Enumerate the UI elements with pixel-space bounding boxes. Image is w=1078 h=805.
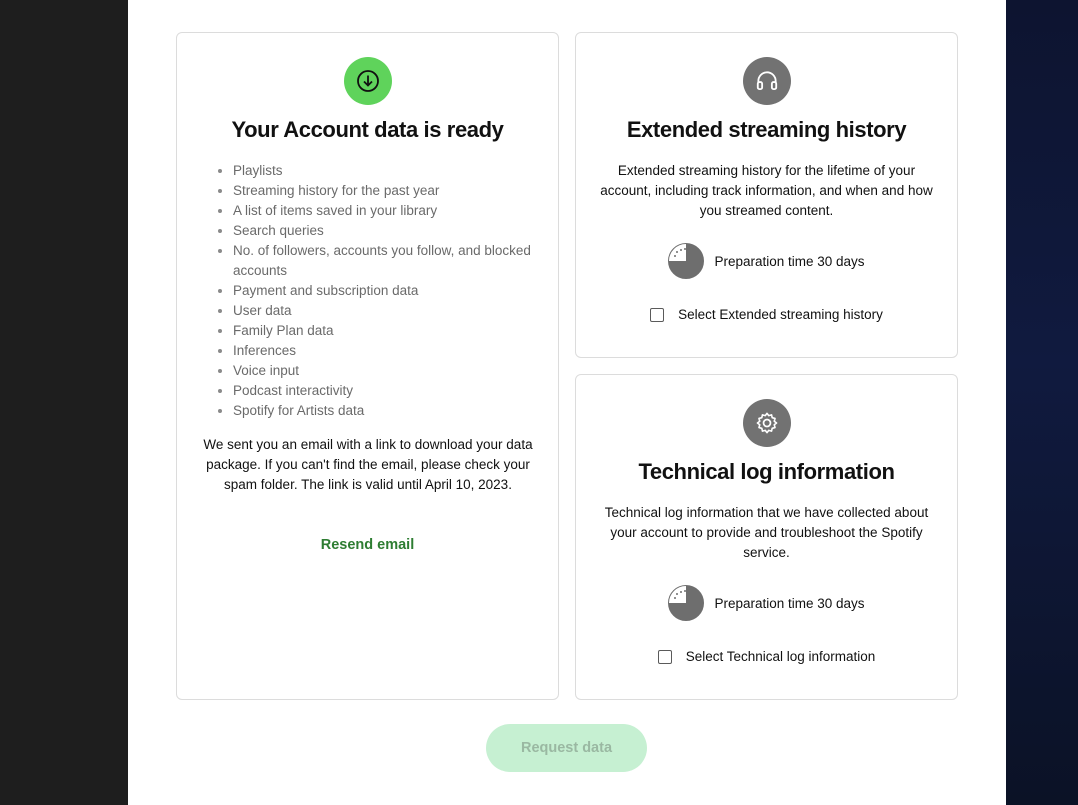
list-item: Playlists: [218, 161, 533, 181]
prep-time-label: Preparation time 30 days: [714, 253, 865, 269]
technical-card-title: Technical log information: [638, 459, 895, 484]
prep-time-label: Preparation time 30 days: [714, 595, 865, 611]
gear-icon: [742, 399, 791, 447]
extended-prep-time: Preparation time 30 days: [576, 243, 957, 279]
extended-description: Extended streaming history for the lifet…: [600, 163, 933, 218]
list-item: Search queries: [218, 221, 533, 241]
technical-select-row[interactable]: Select Technical log information: [576, 649, 957, 664]
extended-history-card: Extended streaming history Extended stre…: [575, 32, 958, 358]
list-item: Voice input: [218, 361, 533, 381]
extended-card-title: Extended streaming history: [626, 117, 907, 142]
account-card-title: Your Account data is ready: [231, 117, 504, 142]
email-sent-note: We sent you an email with a link to down…: [203, 437, 533, 492]
resend-email-link[interactable]: Resend email: [177, 537, 558, 553]
list-item: Family Plan data: [218, 321, 533, 341]
list-item: Payment and subscription data: [218, 281, 533, 301]
list-item: A list of items saved in your library: [218, 201, 533, 221]
list-item: Spotify for Artists data: [218, 401, 533, 421]
download-data-panel: Your Account data is ready Playlists Str…: [128, 0, 1006, 805]
account-data-list: Playlists Streaming history for the past…: [218, 161, 533, 421]
left-background: [0, 0, 128, 805]
timer-icon: [668, 243, 705, 279]
request-data-button[interactable]: Request data: [486, 724, 647, 772]
headphones-icon: [742, 57, 791, 105]
account-data-card: Your Account data is ready Playlists Str…: [176, 32, 559, 700]
technical-description: Technical log information that we have c…: [604, 505, 929, 560]
list-item: Inferences: [218, 341, 533, 361]
extended-history-checkbox[interactable]: [650, 307, 665, 322]
timer-icon: [668, 585, 705, 621]
technical-select-label[interactable]: Select Technical log information: [686, 649, 876, 664]
right-background: [1006, 0, 1078, 805]
extended-select-row[interactable]: Select Extended streaming history: [576, 307, 957, 322]
technical-log-checkbox[interactable]: [657, 649, 672, 664]
technical-prep-time: Preparation time 30 days: [576, 585, 957, 621]
list-item: User data: [218, 301, 533, 321]
download-arrow-icon: [343, 57, 392, 105]
list-item: Streaming history for the past year: [218, 181, 533, 201]
extended-select-label[interactable]: Select Extended streaming history: [678, 307, 883, 322]
list-item: Podcast interactivity: [218, 381, 533, 401]
list-item: No. of followers, accounts you follow, a…: [218, 241, 533, 281]
technical-log-card: Technical log information Technical log …: [575, 374, 958, 700]
